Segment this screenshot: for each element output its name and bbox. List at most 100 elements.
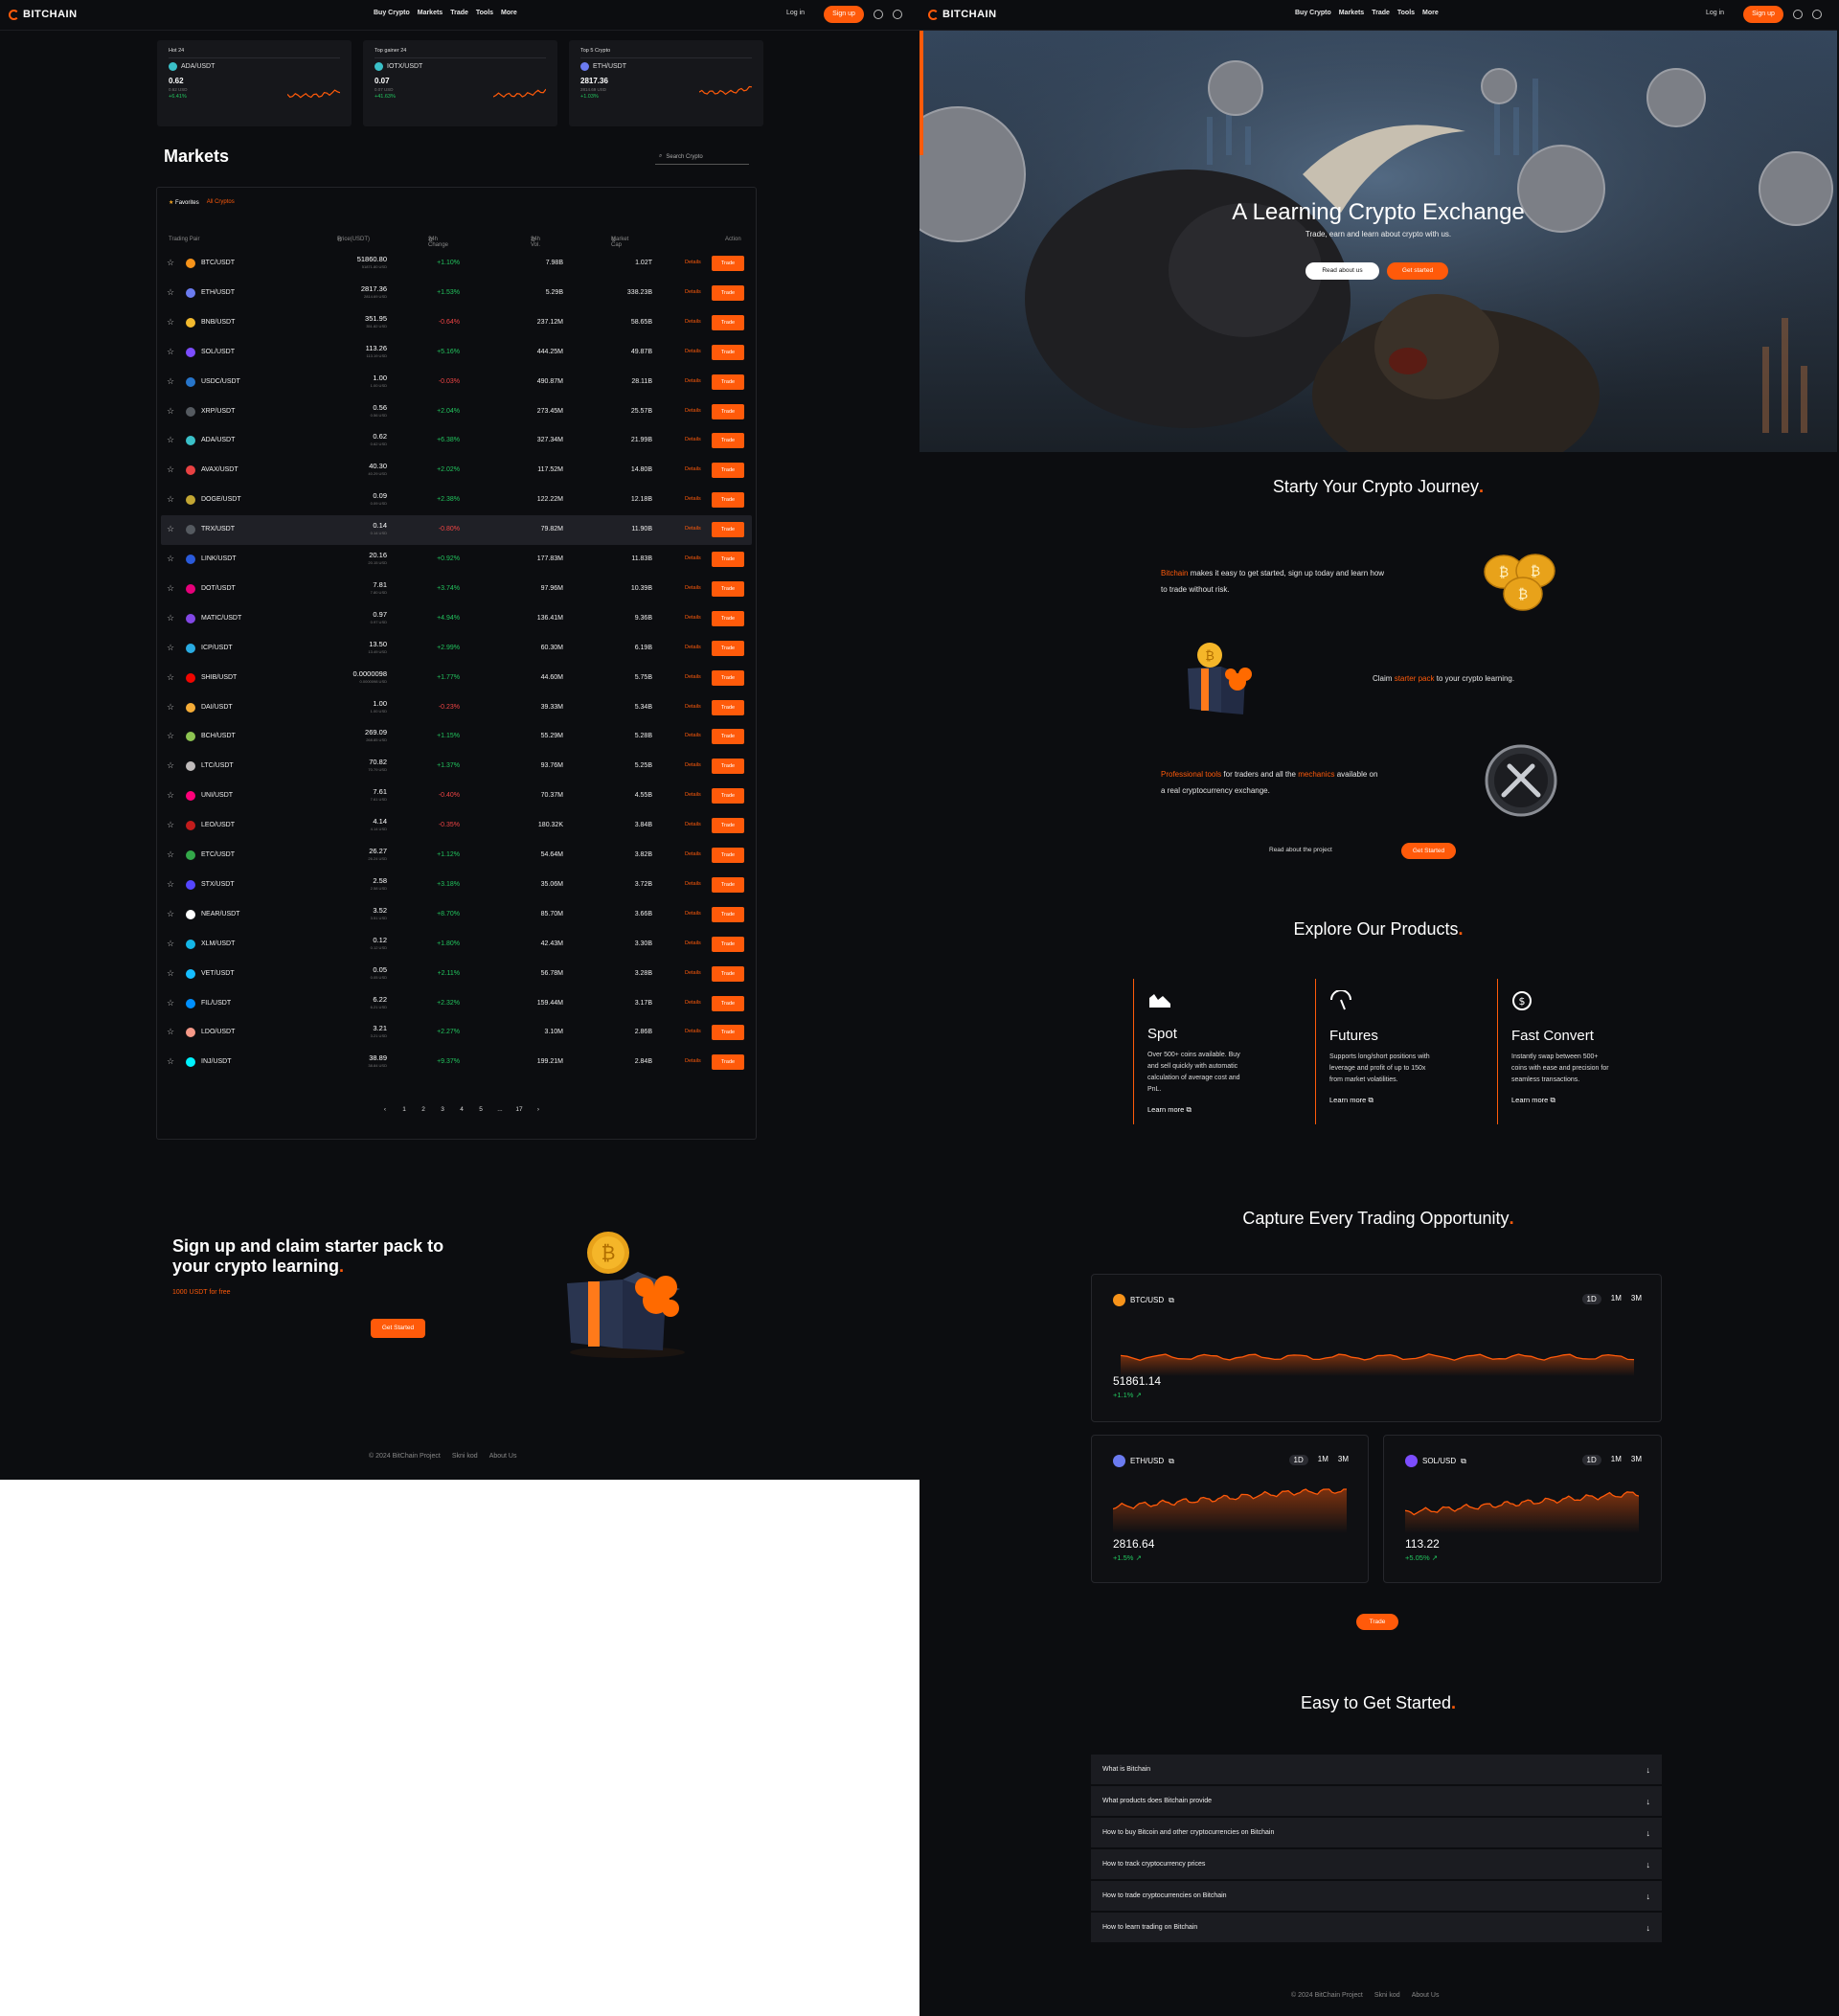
favorite-star-icon[interactable]: ☆ xyxy=(167,406,174,417)
tab-3m[interactable]: 3M xyxy=(1631,1294,1642,1304)
read-project-link[interactable]: Read about the project xyxy=(1269,847,1332,853)
details-link[interactable]: Details xyxy=(685,260,701,265)
faq-item[interactable]: How to buy Bitcoin and other cryptocurre… xyxy=(1091,1818,1662,1848)
theme-toggle-icon[interactable] xyxy=(1793,10,1803,19)
header-change[interactable]: 24h Change ⇅ xyxy=(428,237,448,248)
page-link[interactable]: 3 xyxy=(433,1106,452,1113)
menu-trade[interactable]: Trade xyxy=(450,10,468,16)
table-row[interactable]: ☆ AVAX/USDT 40.30 40.29 USD +2.02% 117.52… xyxy=(161,456,752,486)
promo-get-started-button[interactable]: Get Started xyxy=(371,1319,425,1338)
trade-button[interactable]: Trade xyxy=(712,995,744,1011)
header-cap[interactable]: Market Cap ⇅ xyxy=(611,237,628,248)
page-link[interactable]: 17 xyxy=(510,1106,529,1113)
page-link[interactable]: 5 xyxy=(471,1106,490,1113)
menu-more[interactable]: More xyxy=(1422,10,1439,16)
table-row[interactable]: ☆ ETC/USDT 26.27 26.24 USD +1.12% 54.64M … xyxy=(161,841,752,871)
favorite-star-icon[interactable]: ☆ xyxy=(167,347,174,357)
highlight-card[interactable]: Top 5 Crypto ETH/USDT 2817.36 2814.69 US… xyxy=(569,40,763,126)
details-link[interactable]: Details xyxy=(685,585,701,591)
menu-markets[interactable]: Markets xyxy=(418,10,443,16)
trade-button[interactable]: Trade xyxy=(712,1025,744,1041)
details-link[interactable]: Details xyxy=(685,349,701,354)
learn-more-link[interactable]: Learn more ⧉ xyxy=(1329,1096,1492,1105)
favorite-star-icon[interactable]: ☆ xyxy=(167,554,174,564)
signup-button-home[interactable]: Sign up xyxy=(1743,6,1783,23)
favorite-star-icon[interactable]: ☆ xyxy=(167,494,174,505)
table-row[interactable]: ☆ LDO/USDT 3.21 3.21 USD +2.27% 3.10M 2.8… xyxy=(161,1018,752,1048)
details-link[interactable]: Details xyxy=(685,970,701,976)
learn-more-link[interactable]: Learn more ⧉ xyxy=(1147,1105,1310,1115)
tab-favorites[interactable]: ★ Favorites xyxy=(169,199,199,206)
table-row[interactable]: ☆ SOL/USDT 113.26 113.19 USD +5.16% 444.2… xyxy=(161,338,752,368)
login-link-home[interactable]: Log in xyxy=(1706,10,1724,16)
favorite-star-icon[interactable]: ☆ xyxy=(167,376,174,387)
favorite-star-icon[interactable]: ☆ xyxy=(167,524,174,534)
trade-button[interactable]: Trade xyxy=(712,906,744,922)
tab-1m[interactable]: 1M xyxy=(1318,1455,1328,1465)
table-row[interactable]: ☆ INJ/USDT 38.89 38.84 USD +9.37% 199.21M… xyxy=(161,1048,752,1077)
details-link[interactable]: Details xyxy=(685,1058,701,1064)
table-row[interactable]: ☆ MATIC/USDT 0.97 0.97 USD +4.94% 136.41M… xyxy=(161,604,752,634)
page-link[interactable]: 1 xyxy=(395,1106,414,1113)
trade-button[interactable]: Trade xyxy=(712,936,744,952)
details-link[interactable]: Details xyxy=(685,408,701,414)
chart-pair[interactable]: SOL/USD ⧉ xyxy=(1405,1455,1466,1467)
details-link[interactable]: Details xyxy=(685,733,701,738)
faq-item[interactable]: What is Bitchain ↓ xyxy=(1091,1755,1662,1785)
table-row[interactable]: ☆ ICP/USDT 13.50 13.49 USD +2.99% 60.30M … xyxy=(161,634,752,664)
trade-button[interactable]: Trade xyxy=(712,374,744,390)
chart-pair[interactable]: BTC/USD ⧉ xyxy=(1113,1294,1174,1306)
table-row[interactable]: ☆ SHIB/USDT 0.0000098 0.0000098 USD +1.77… xyxy=(161,664,752,693)
trade-button[interactable]: Trade xyxy=(712,463,744,479)
table-row[interactable]: ☆ LINK/USDT 20.16 20.15 USD +0.92% 177.83… xyxy=(161,545,752,575)
trade-button[interactable]: Trade xyxy=(712,729,744,745)
trade-button[interactable]: Trade xyxy=(712,403,744,419)
header-vol[interactable]: 24h Vol. ⇅ xyxy=(531,237,540,248)
favorite-star-icon[interactable]: ☆ xyxy=(167,760,174,771)
trade-button[interactable]: Trade xyxy=(712,699,744,715)
table-row[interactable]: ☆ FIL/USDT 6.22 6.21 USD +2.32% 159.44M 3… xyxy=(161,989,752,1019)
journey-get-started-button[interactable]: Get Started xyxy=(1401,843,1456,859)
table-row[interactable]: ☆ XLM/USDT 0.12 0.12 USD +1.80% 42.43M 3.… xyxy=(161,930,752,960)
faq-item[interactable]: How to learn trading on Bitchain ↓ xyxy=(1091,1913,1662,1943)
footer-link-skni[interactable]: Skni kod xyxy=(452,1453,478,1460)
details-link[interactable]: Details xyxy=(685,911,701,917)
menu-tools[interactable]: Tools xyxy=(1397,10,1415,16)
signup-button[interactable]: Sign up xyxy=(824,6,864,23)
hero-get-started-button[interactable]: Get started xyxy=(1387,262,1448,280)
favorite-star-icon[interactable]: ☆ xyxy=(167,879,174,890)
details-link[interactable]: Details xyxy=(685,762,701,768)
table-row[interactable]: ☆ XRP/USDT 0.56 0.56 USD +2.04% 273.45M 2… xyxy=(161,397,752,427)
table-row[interactable]: ☆ DAI/USDT 1.00 1.00 USD -0.23% 39.33M 5.… xyxy=(161,693,752,723)
favorite-star-icon[interactable]: ☆ xyxy=(167,672,174,683)
menu-trade[interactable]: Trade xyxy=(1372,10,1390,16)
details-link[interactable]: Details xyxy=(685,822,701,827)
favorite-star-icon[interactable]: ☆ xyxy=(167,909,174,919)
table-row[interactable]: ☆ VET/USDT 0.05 0.05 USD +2.11% 56.78M 3.… xyxy=(161,960,752,989)
favorite-star-icon[interactable]: ☆ xyxy=(167,317,174,328)
trade-button[interactable]: Trade xyxy=(712,344,744,360)
details-link[interactable]: Details xyxy=(685,319,701,325)
details-link[interactable]: Details xyxy=(685,526,701,532)
highlight-card[interactable]: Hot 24 ADA/USDT 0.62 0.62 USD +6.41% xyxy=(157,40,352,126)
details-link[interactable]: Details xyxy=(685,645,701,650)
details-link[interactable]: Details xyxy=(685,466,701,472)
theme-toggle-icon[interactable] xyxy=(874,10,883,19)
trade-button[interactable]: Trade xyxy=(712,256,744,271)
table-row[interactable]: ☆ BCH/USDT 269.09 268.85 USD +1.15% 55.29… xyxy=(161,722,752,752)
page-link[interactable]: ‹ xyxy=(375,1106,395,1113)
trade-button[interactable]: Trade xyxy=(712,876,744,893)
tab-1m[interactable]: 1M xyxy=(1611,1294,1622,1304)
page-link[interactable]: ... xyxy=(490,1106,510,1113)
menu-tools[interactable]: Tools xyxy=(476,10,493,16)
favorite-star-icon[interactable]: ☆ xyxy=(167,998,174,1008)
menu-markets[interactable]: Markets xyxy=(1339,10,1364,16)
table-row[interactable]: ☆ TRX/USDT 0.14 0.14 USD -0.80% 79.82M 11… xyxy=(161,515,752,546)
learn-more-link[interactable]: Learn more ⧉ xyxy=(1511,1096,1674,1105)
page-link[interactable]: 4 xyxy=(452,1106,471,1113)
details-link[interactable]: Details xyxy=(685,496,701,502)
footer-link-about-home[interactable]: About Us xyxy=(1412,1992,1440,1999)
favorite-star-icon[interactable]: ☆ xyxy=(167,939,174,949)
tab-all-cryptos[interactable]: All Cryptos xyxy=(207,199,235,206)
page-link[interactable]: 2 xyxy=(414,1106,433,1113)
